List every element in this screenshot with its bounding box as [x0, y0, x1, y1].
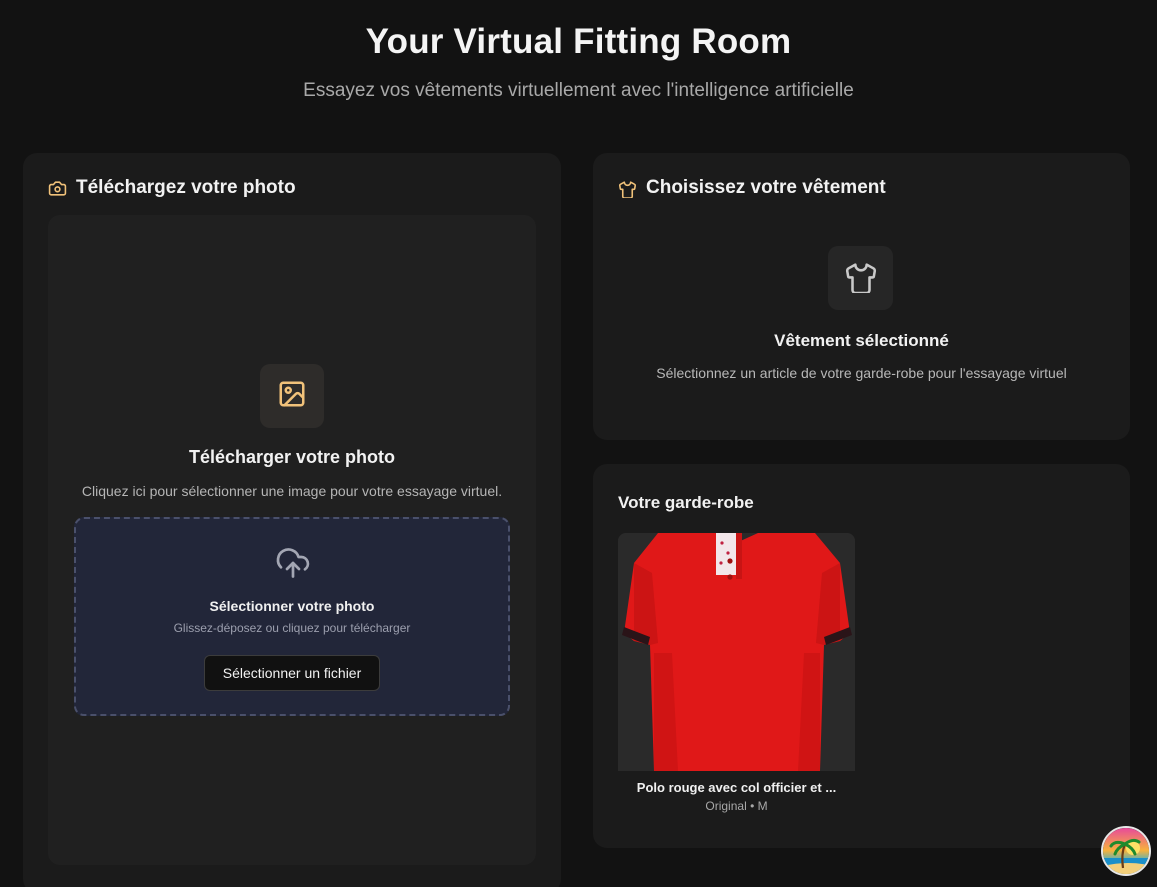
choose-garment-card: Choisissez votre vêtement Vêtement sélec… — [593, 153, 1130, 440]
page-subtitle: Essayez vos vêtements virtuellement avec… — [303, 80, 854, 101]
dropzone-title: Sélectionner votre photo — [209, 598, 375, 614]
selected-garment-description: Sélectionnez un article de votre garde-r… — [656, 365, 1067, 381]
upload-photo-card: Téléchargez votre photo Télécharger votr… — [23, 153, 561, 887]
select-file-button[interactable]: Sélectionner un fichier — [204, 655, 380, 691]
upload-card-heading: Téléchargez votre photo — [48, 177, 296, 199]
shirt-icon — [618, 179, 637, 198]
wardrobe-card: Votre garde-robe Polo rouge avec col off… — [593, 464, 1130, 848]
garment-card-heading: Choisissez votre vêtement — [618, 177, 886, 199]
upload-card-heading-text: Téléchargez votre photo — [76, 177, 296, 198]
photo-dropzone[interactable]: Sélectionner votre photo Glissez-déposez… — [74, 517, 510, 716]
upload-description: Cliquez ici pour sélectionner une image … — [81, 483, 503, 499]
cloud-upload-icon — [274, 545, 312, 586]
garment-card-heading-text: Choisissez votre vêtement — [646, 177, 886, 198]
garment-placeholder-box — [828, 246, 893, 310]
shirt-placeholder-icon — [844, 259, 878, 298]
beach-palm-avatar-icon[interactable] — [1101, 826, 1151, 876]
upload-area[interactable]: Télécharger votre photo Cliquez ici pour… — [48, 215, 536, 865]
wardrobe-heading: Votre garde-robe — [618, 493, 754, 512]
image-icon-box — [260, 364, 324, 428]
selected-garment-title: Vêtement sélectionné — [774, 331, 949, 350]
wardrobe-item-name: Polo rouge avec col officier et ... — [636, 780, 837, 795]
dropzone-hint: Glissez-déposez ou cliquez pour téléchar… — [173, 621, 411, 635]
wardrobe-item-meta: Original • M — [705, 799, 768, 813]
red-polo-image — [618, 533, 855, 771]
image-icon — [277, 379, 307, 414]
camera-icon — [48, 179, 67, 198]
wardrobe-item[interactable]: Polo rouge avec col officier et ... Orig… — [618, 533, 855, 818]
virtual-fitting-room-page: Your Virtual Fitting Room Essayez vos vê… — [0, 0, 1157, 887]
page-title: Your Virtual Fitting Room — [365, 22, 792, 61]
upload-title: Télécharger votre photo — [188, 447, 396, 467]
